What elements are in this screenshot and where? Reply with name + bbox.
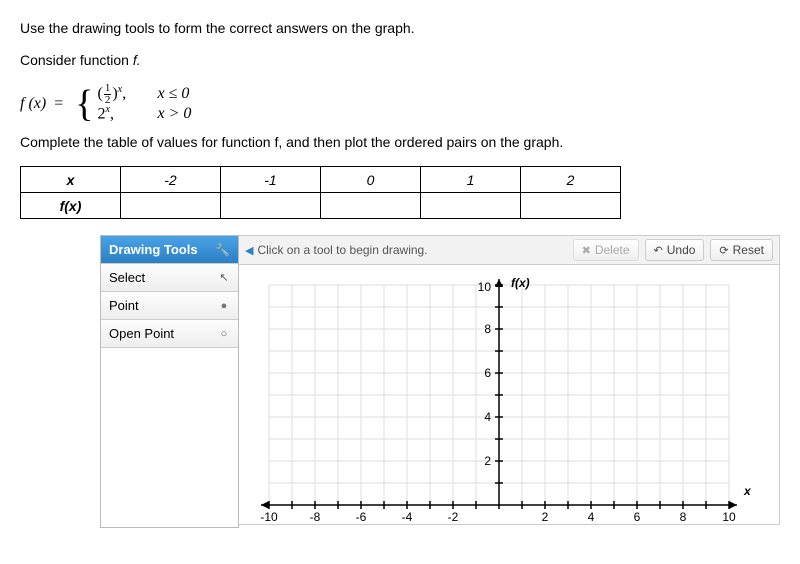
tool-open-point[interactable]: Open Point ○ — [101, 319, 238, 347]
tool-select[interactable]: Select ↖ — [101, 263, 238, 291]
lhs: f (x) — [20, 95, 46, 113]
header-x: x — [21, 167, 121, 193]
fx-cell[interactable] — [421, 193, 521, 219]
graph-canvas[interactable]: -10 -8 -6 -4 -2 2 4 6 8 10 2 4 6 8 10 — [239, 265, 780, 525]
fx-cell[interactable] — [521, 193, 621, 219]
reset-button[interactable]: ⟳ Reset — [710, 239, 773, 261]
instruction-tools: Use the drawing tools to form the correc… — [20, 20, 780, 36]
hint-text: Click on a tool to begin drawing. — [257, 243, 427, 257]
piecewise-definition: f (x) = { (12)x, x ≤ 0 2x, x > 0 — [20, 84, 780, 124]
piece1-cond: x ≤ 0 — [157, 85, 189, 103]
xtick: 10 — [722, 510, 736, 524]
x-cell: 1 — [421, 167, 521, 193]
y-axis-label: f(x) — [511, 276, 530, 290]
x-axis-label: x — [743, 484, 752, 498]
paren-open: ( — [97, 85, 102, 102]
xtick: 8 — [680, 510, 687, 524]
piece1-expr: (12)x, — [97, 83, 157, 106]
delete-label: Delete — [595, 243, 630, 257]
fx-cell[interactable] — [121, 193, 221, 219]
ytick: 2 — [484, 454, 491, 468]
tool-label: Point — [109, 298, 139, 313]
comma-2: , — [110, 106, 114, 123]
ytick: 4 — [484, 410, 491, 424]
canvas-side: ◀ Click on a tool to begin drawing. ✖ De… — [239, 235, 780, 528]
piece2-expr: 2x, — [97, 104, 157, 123]
xtick: -2 — [448, 510, 459, 524]
undo-label: Undo — [667, 243, 696, 257]
tool-panel: Drawing Tools 🔧 Select ↖ Point ● Open Po… — [100, 235, 239, 528]
xtick: -4 — [402, 510, 413, 524]
undo-icon: ↶ — [654, 244, 663, 257]
consider-prefix: Consider function — [20, 52, 133, 68]
fn-name: f. — [133, 52, 141, 68]
reset-icon: ⟳ — [719, 244, 728, 257]
delete-button[interactable]: ✖ Delete — [573, 239, 639, 261]
ytick: 6 — [484, 366, 491, 380]
instruction-complete: Complete the table of values for functio… — [20, 134, 780, 150]
reset-label: Reset — [733, 243, 764, 257]
cursor-icon: ↖ — [218, 271, 230, 284]
point-icon: ● — [218, 300, 230, 312]
header-fx: f(x) — [21, 193, 121, 219]
x-cell: 0 — [321, 167, 421, 193]
piece2-cond: x > 0 — [157, 105, 191, 123]
tool-panel-blank — [101, 347, 238, 527]
ytick: 10 — [478, 280, 492, 294]
xtick: 4 — [588, 510, 595, 524]
xtick: 2 — [542, 510, 549, 524]
x-cell: -2 — [121, 167, 221, 193]
tool-label: Open Point — [109, 326, 174, 341]
tool-panel-header: Drawing Tools 🔧 — [101, 236, 238, 263]
fx-cell[interactable] — [321, 193, 421, 219]
table-row-x: x -2 -1 0 1 2 — [21, 167, 621, 193]
xtick: 6 — [634, 510, 641, 524]
arrow-left-icon: ◀ — [245, 244, 253, 257]
wrench-icon: 🔧 — [215, 243, 230, 257]
xtick: -8 — [310, 510, 321, 524]
comma-1: , — [122, 85, 126, 102]
canvas-hint: ◀ Click on a tool to begin drawing. — [245, 243, 567, 257]
value-table: x -2 -1 0 1 2 f(x) — [20, 166, 621, 219]
tool-panel-title: Drawing Tools — [109, 242, 198, 257]
instruction-consider: Consider function f. — [20, 52, 780, 68]
undo-button[interactable]: ↶ Undo — [645, 239, 705, 261]
tool-label: Select — [109, 270, 145, 285]
brace-icon: { — [75, 85, 93, 123]
x-cell: -1 — [221, 167, 321, 193]
canvas-toolbar: ◀ Click on a tool to begin drawing. ✖ De… — [239, 235, 780, 265]
equals: = — [54, 95, 63, 113]
xtick: -10 — [260, 510, 278, 524]
fraction-half: 12 — [104, 83, 112, 106]
x-cell: 2 — [521, 167, 621, 193]
tool-point[interactable]: Point ● — [101, 291, 238, 319]
fx-cell[interactable] — [221, 193, 321, 219]
xtick: -6 — [356, 510, 367, 524]
open-point-icon: ○ — [218, 328, 230, 340]
delete-icon: ✖ — [582, 244, 591, 257]
frac-num: 1 — [104, 83, 112, 95]
drawing-area: Drawing Tools 🔧 Select ↖ Point ● Open Po… — [100, 235, 780, 528]
ytick: 8 — [484, 322, 491, 336]
table-row-fx: f(x) — [21, 193, 621, 219]
coordinate-plane: -10 -8 -6 -4 -2 2 4 6 8 10 2 4 6 8 10 — [249, 275, 769, 525]
